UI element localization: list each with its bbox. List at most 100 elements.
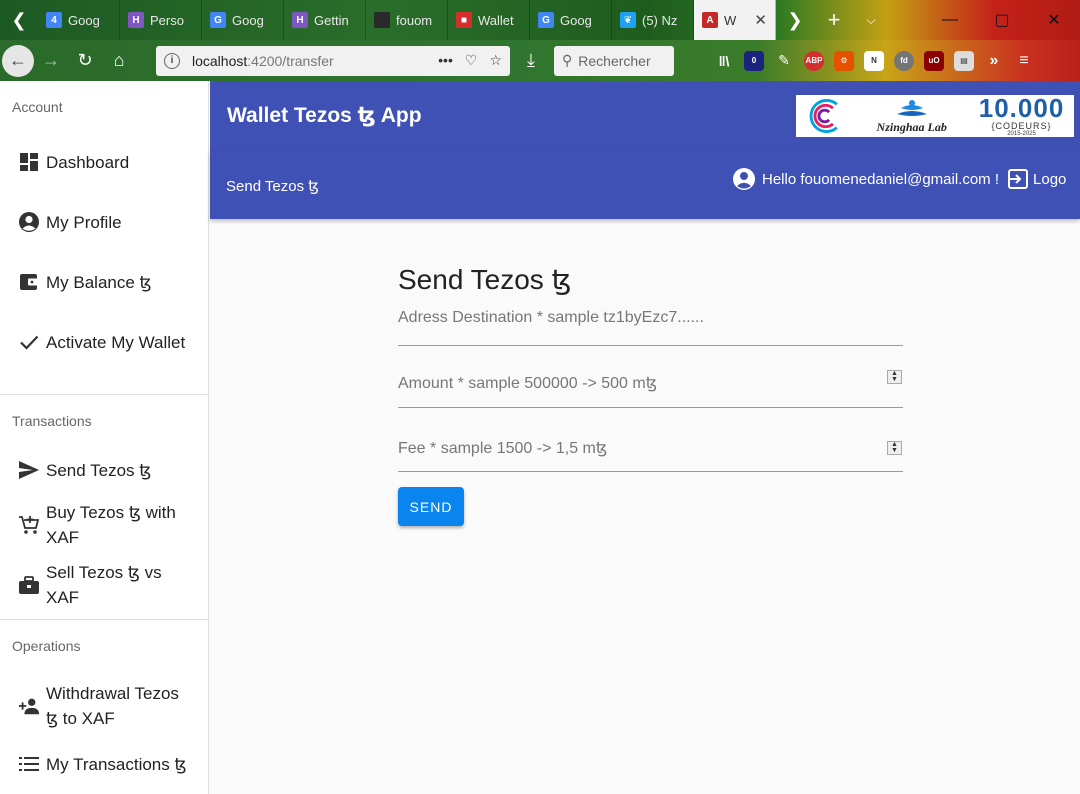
fee-field-container: ▲▼ [398,408,903,480]
sidebar-item-sell-tezos[interactable]: Sell Tezos ꜩ vs XAF [0,555,208,615]
maximize-button[interactable]: ▢ [976,0,1028,40]
adblock-icon[interactable]: ABP [804,50,824,71]
url-path: :4200/transfer [247,52,334,69]
fee-spinner-icon[interactable]: ▲ ▼ [887,441,902,455]
check-icon [18,331,40,353]
page-icon [374,12,390,28]
page-actions-icon[interactable]: ••• [438,52,453,69]
window-controls: — ▢ ✕ [924,0,1080,40]
browser-tab[interactable]: G Goog [202,0,284,40]
sidebar-section-transactions: Transactions [12,413,92,429]
pocket-icon[interactable]: ♡ [465,52,478,69]
tab-scroll-left-button[interactable]: ❮ [0,0,38,40]
browser-tab[interactable]: H Perso [120,0,202,40]
close-window-button[interactable]: ✕ [1028,0,1080,40]
nzinghaa-lab-logo: Nzinghaa Lab [858,98,965,135]
menu-icon[interactable]: ≡ [1014,51,1034,71]
amount-field-container: ▲▼ [398,346,903,414]
nav-send-tezos-link[interactable]: Send Tezos ꜩ [226,177,319,195]
nzinghaa-lab-logo-icon [896,99,927,116]
sidebar-section-account: Account [12,99,63,115]
person-add-icon [18,695,40,717]
browser-tab[interactable]: ■ Wallet [448,0,530,40]
user-area: Hello fouomenedaniel@gmail.com ! Logo [732,167,1066,191]
app-subnav: Send Tezos ꜩ Hello fouomenedaniel@gmail.… [210,151,1080,219]
settings-gear-icon[interactable]: ⚙ [834,50,854,71]
account-circle-icon [733,168,755,190]
sync-icon[interactable]: 0 [744,50,764,71]
url-host: localhost [192,52,248,69]
fee-input[interactable] [398,417,903,480]
twitter-icon: ❦ [620,12,636,28]
browser-tab[interactable]: H Gettin [284,0,366,40]
codeurs-c-logo-icon [809,99,838,133]
search-input[interactable]: ⚲ Rechercher [554,45,674,76]
app-toolbar: Wallet Tezos ꜩ App Nzinghaa Lab 10.000 {… [210,81,1080,151]
sidebar-item-withdrawal[interactable]: Withdrawal Tezos ꜩ to XAF [0,668,208,744]
bookmark-star-icon[interactable]: ☆ [489,52,502,69]
search-icon: ⚲ [562,52,573,68]
eyedropper-icon[interactable]: ✎ [774,51,794,71]
sidebar-item-dashboard[interactable]: Dashboard [0,132,208,192]
google-translate-icon: G [210,12,226,28]
library-icon[interactable]: ‖\ [714,51,734,71]
tab-scroll-right-button[interactable]: ❯ [776,0,814,40]
heroku-icon: H [292,12,308,28]
sidebar-item-my-profile[interactable]: My Profile [0,192,208,252]
list-icon [18,753,40,775]
logout-link[interactable]: Logo [1033,171,1066,188]
google-calendar-icon: 4 [46,12,62,28]
address-field-container [398,300,903,346]
browser-tab[interactable]: ❦ (5) Nz [612,0,694,40]
site-info-icon[interactable]: i [164,52,180,69]
dashboard-icon [18,151,40,173]
reload-button[interactable]: ↻ [68,44,102,78]
address-destination-input[interactable] [398,300,903,335]
sidebar-item-my-transactions[interactable]: My Transactions ꜩ [0,744,208,784]
new-tab-button[interactable]: + [814,0,854,40]
download-icon[interactable]: ⤓ [516,50,546,71]
browser-tab[interactable]: fouom [366,0,448,40]
ublock-icon[interactable]: uO [924,50,944,71]
wallet-icon [18,271,40,293]
sidebar-section-operations: Operations [12,638,81,654]
sidebar: Account Dashboard My Profile My Balance … [0,81,209,794]
add-shopping-cart-icon [18,514,40,536]
heroku-icon: H [128,12,144,28]
send-icon [18,459,40,481]
forward-button[interactable]: → [34,44,68,78]
send-button[interactable]: SEND [398,487,464,526]
partner-logos: Nzinghaa Lab 10.000 {CODEURS} 2015-2025 [796,95,1074,137]
browser-tab[interactable]: G Goog [530,0,612,40]
back-button[interactable]: ← [2,44,34,77]
sidebar-item-my-balance[interactable]: My Balance ꜩ [0,252,208,312]
home-button[interactable]: ⌂ [102,44,136,78]
browser-tab[interactable]: 4 Goog [38,0,120,40]
overflow-chevron-icon[interactable]: » [984,51,1004,71]
close-tab-icon[interactable]: ✕ [754,11,767,29]
logout-icon[interactable] [1007,168,1029,190]
browser-nav-bar: ← → ↻ ⌂ i localhost:4200/transfer ••• ♡ … [0,40,1080,81]
10000-codeurs-logo: 10.000 {CODEURS} 2015-2025 [978,92,1065,137]
extensions-toolbar: ‖\ 0 ✎ ABP ⚙ N fd uO ▤ » ≡ [714,50,1034,71]
account-circle-icon [18,211,40,233]
amount-input[interactable] [398,353,903,414]
browser-tab-bar: ❮ 4 Goog H Perso G Goog H Gettin fouom ■ Wall… [0,0,1080,40]
browser-tab-active[interactable]: A W ✕ [694,0,776,40]
google-translate-icon: G [538,12,554,28]
amount-spinner-icon[interactable]: ▲ ▼ [887,370,902,384]
fd-icon[interactable]: fd [894,50,914,71]
sidebar-item-buy-tezos[interactable]: Buy Tezos ꜩ with XAF [0,495,208,555]
address-bar[interactable]: i localhost:4200/transfer ••• ♡ ☆ [156,45,510,76]
wallet-icon: ■ [456,12,472,28]
tabs-menu-chevron-icon[interactable]: ⌵ [854,0,888,40]
sidebar-item-send-tezos[interactable]: Send Tezos ꜩ [0,445,208,495]
minimize-button[interactable]: — [924,0,976,40]
notion-icon[interactable]: N [864,50,884,71]
angular-icon: A [702,12,718,28]
sidebar-item-activate-wallet[interactable]: Activate My Wallet [0,312,208,372]
user-greeting: Hello fouomenedaniel@gmail.com ! [762,170,1000,188]
reader-icon[interactable]: ▤ [954,50,974,71]
briefcase-icon [18,574,40,596]
page-title: Send Tezos ꜩ [398,264,572,295]
